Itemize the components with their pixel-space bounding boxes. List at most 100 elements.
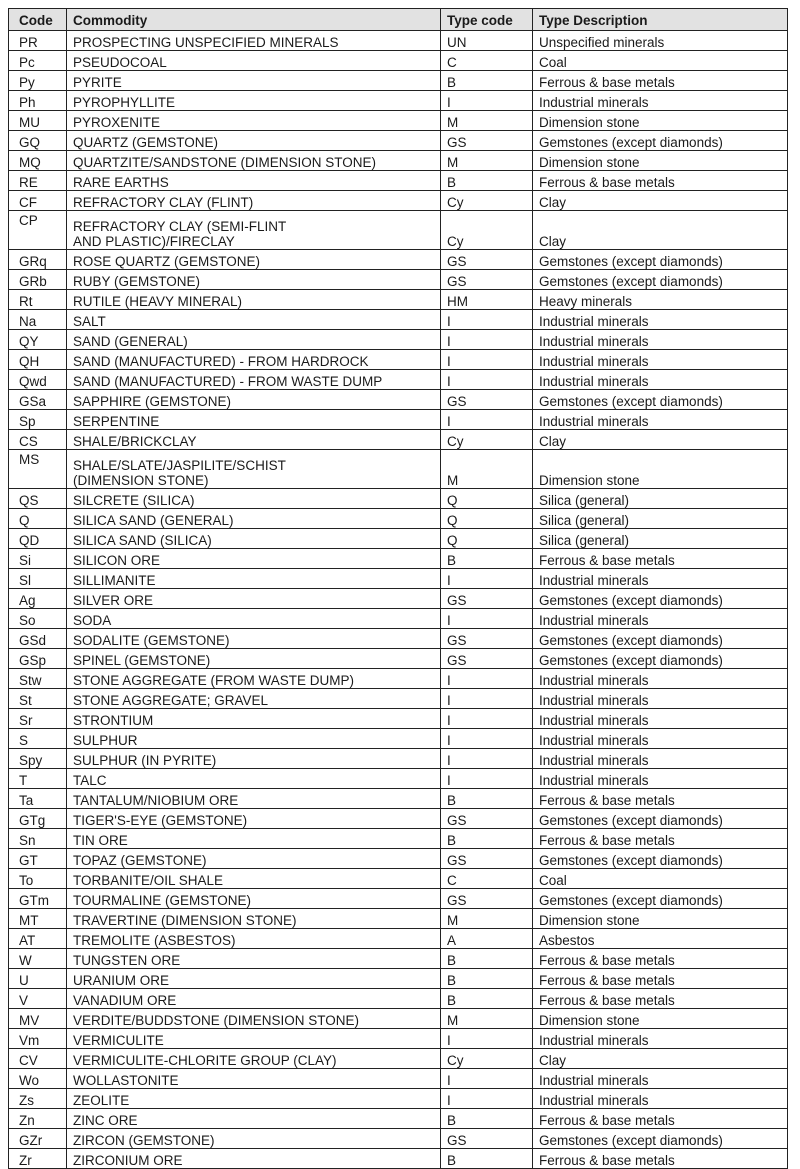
cell-type-description: Coal — [532, 50, 788, 71]
table-row: Sl SILLIMANITE I Industrial minerals — [8, 568, 788, 589]
cell-code: PR — [8, 30, 67, 51]
cell-code: Sr — [8, 708, 67, 729]
cell-commodity: RARE EARTHS — [66, 170, 441, 191]
cell-type-description: Clay — [532, 429, 788, 450]
cell-commodity: SHALE/BRICKCLAY — [66, 429, 441, 450]
cell-commodity: PSEUDOCOAL — [66, 50, 441, 71]
cell-code: QH — [8, 349, 67, 370]
table-row: V VANADIUM ORE B Ferrous & base metals — [8, 988, 788, 1009]
cell-type-description: Gemstones (except diamonds) — [532, 648, 788, 669]
cell-type-code: GS — [440, 130, 533, 151]
table-row: St STONE AGGREGATE; GRAVEL I Industrial min… — [8, 688, 788, 709]
table-row: AT TREMOLITE (ASBESTOS) A Asbestos — [8, 928, 788, 949]
cell-code: MT — [8, 908, 67, 929]
cell-type-code: GS — [440, 648, 533, 669]
cell-type-code: I — [440, 748, 533, 769]
cell-type-code: C — [440, 50, 533, 71]
cell-type-description: Industrial minerals — [532, 90, 788, 111]
cell-type-code: I — [440, 608, 533, 629]
cell-type-description: Gemstones (except diamonds) — [532, 269, 788, 290]
cell-type-code: A — [440, 928, 533, 949]
cell-code: GSp — [8, 648, 67, 669]
cell-commodity: URANIUM ORE — [66, 968, 441, 989]
cell-code: Q — [8, 508, 67, 529]
cell-type-code: C — [440, 868, 533, 889]
cell-type-description: Gemstones (except diamonds) — [532, 588, 788, 609]
cell-code: Na — [8, 309, 67, 330]
cell-code: V — [8, 988, 67, 1009]
cell-commodity: ZINC ORE — [66, 1108, 441, 1129]
cell-code: RE — [8, 170, 67, 191]
cell-type-description: Dimension stone — [532, 908, 788, 929]
cell-type-code: I — [440, 728, 533, 749]
cell-code: QY — [8, 329, 67, 350]
cell-code: Stw — [8, 668, 67, 689]
cell-type-code: I — [440, 329, 533, 350]
table-row: Vm VERMICULITE I Industrial minerals — [8, 1028, 788, 1049]
cell-commodity: WOLLASTONITE — [66, 1068, 441, 1089]
table-row: Rt RUTILE (HEAVY MINERAL) HM Heavy minerals — [8, 289, 788, 310]
cell-code: QS — [8, 488, 67, 509]
cell-commodity: SAND (MANUFACTURED) - FROM WASTE DUMP — [66, 369, 441, 390]
cell-code: CP — [8, 210, 67, 250]
table-row: Na SALT I Industrial minerals — [8, 309, 788, 330]
cell-type-code: HM — [440, 289, 533, 310]
cell-commodity: SILVER ORE — [66, 588, 441, 609]
cell-type-description: Silica (general) — [532, 488, 788, 509]
cell-type-description: Ferrous & base metals — [532, 170, 788, 191]
cell-commodity: PYROXENITE — [66, 110, 441, 131]
cell-commodity: SPINEL (GEMSTONE) — [66, 648, 441, 669]
cell-code: U — [8, 968, 67, 989]
cell-type-code: I — [440, 708, 533, 729]
cell-type-description: Dimension stone — [532, 110, 788, 131]
cell-type-description: Ferrous & base metals — [532, 988, 788, 1009]
cell-code: To — [8, 868, 67, 889]
cell-type-description: Gemstones (except diamonds) — [532, 1128, 788, 1149]
cell-code: Zr — [8, 1148, 67, 1169]
cell-type-description: Silica (general) — [532, 508, 788, 529]
cell-code: Ta — [8, 788, 67, 809]
cell-type-code: Q — [440, 508, 533, 529]
cell-commodity: VERMICULITE-CHLORITE GROUP (CLAY) — [66, 1048, 441, 1069]
cell-type-description: Gemstones (except diamonds) — [532, 130, 788, 151]
cell-code: CF — [8, 190, 67, 211]
table-row: MS SHALE/SLATE/JASPILITE/SCHIST (DIMENSIO… — [8, 449, 788, 489]
cell-type-description: Ferrous & base metals — [532, 968, 788, 989]
cell-type-description: Industrial minerals — [532, 688, 788, 709]
cell-code: MQ — [8, 150, 67, 171]
cell-type-code: I — [440, 369, 533, 390]
cell-commodity: TUNGSTEN ORE — [66, 948, 441, 969]
cell-type-description: Industrial minerals — [532, 768, 788, 789]
cell-type-description: Unspecified minerals — [532, 30, 788, 51]
cell-commodity: SILICA SAND (SILICA) — [66, 528, 441, 549]
cell-commodity: SODALITE (GEMSTONE) — [66, 628, 441, 649]
cell-type-description: Industrial minerals — [532, 748, 788, 769]
cell-commodity: PROSPECTING UNSPECIFIED MINERALS — [66, 30, 441, 51]
table-row: GSd SODALITE (GEMSTONE) GS Gemstones (excep… — [8, 628, 788, 649]
cell-commodity: ROSE QUARTZ (GEMSTONE) — [66, 249, 441, 270]
cell-type-description: Ferrous & base metals — [532, 70, 788, 91]
table-row: GRb RUBY (GEMSTONE) GS Gemstones (except di… — [8, 269, 788, 290]
cell-code: GTg — [8, 808, 67, 829]
cell-type-code: GS — [440, 888, 533, 909]
cell-code: GSa — [8, 389, 67, 410]
cell-commodity: VERMICULITE — [66, 1028, 441, 1049]
cell-type-code: UN — [440, 30, 533, 51]
cell-code: AT — [8, 928, 67, 949]
table-row: GQ QUARTZ (GEMSTONE) GS Gemstones (except d… — [8, 130, 788, 151]
cell-commodity: ZEOLITE — [66, 1088, 441, 1109]
cell-type-description: Industrial minerals — [532, 369, 788, 390]
cell-type-description: Clay — [532, 1048, 788, 1069]
cell-commodity: RUBY (GEMSTONE) — [66, 269, 441, 290]
cell-type-description: Ferrous & base metals — [532, 828, 788, 849]
cell-type-code: I — [440, 90, 533, 111]
cell-commodity: ZIRCON (GEMSTONE) — [66, 1128, 441, 1149]
table-row: So SODA I Industrial minerals — [8, 608, 788, 629]
cell-code: Wo — [8, 1068, 67, 1089]
cell-commodity: QUARTZITE/SANDSTONE (DIMENSION STONE) — [66, 150, 441, 171]
cell-type-description: Gemstones (except diamonds) — [532, 848, 788, 869]
cell-type-code: I — [440, 1068, 533, 1089]
table-row: QD SILICA SAND (SILICA) Q Silica (general) — [8, 528, 788, 549]
cell-type-description: Ferrous & base metals — [532, 788, 788, 809]
cell-type-code: B — [440, 548, 533, 569]
